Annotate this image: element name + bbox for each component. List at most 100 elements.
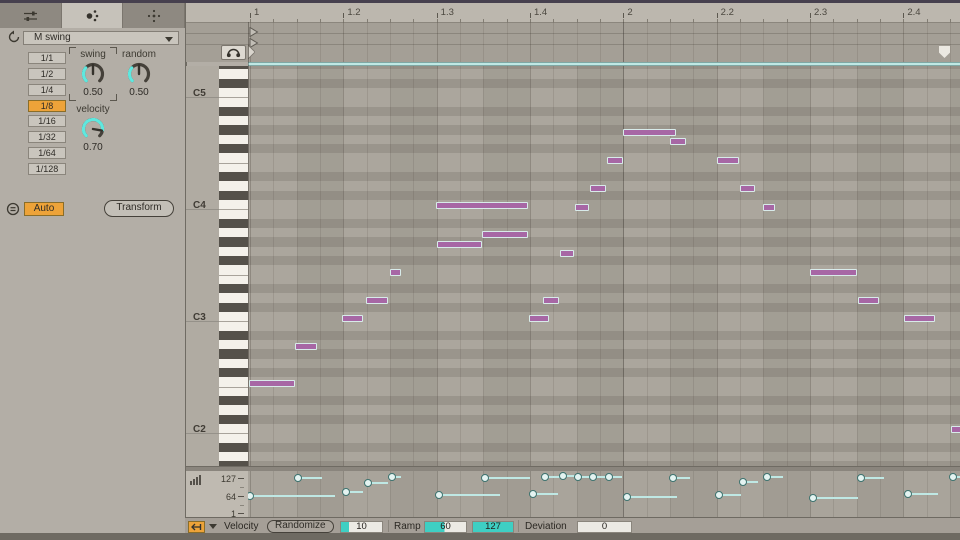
midi-note[interactable] — [560, 250, 574, 257]
tab-clip[interactable] — [0, 3, 62, 28]
piano-key-black[interactable] — [219, 443, 248, 452]
velocity-marker[interactable] — [809, 494, 817, 502]
velocity-marker[interactable] — [248, 492, 254, 500]
note-grid[interactable] — [248, 66, 960, 466]
velocity-marker[interactable] — [669, 474, 677, 482]
midi-note[interactable] — [717, 157, 739, 164]
velocity-marker[interactable] — [857, 474, 865, 482]
knob-random[interactable]: random 0.50 — [111, 49, 167, 99]
midi-note[interactable] — [740, 185, 755, 192]
midi-note[interactable] — [295, 343, 317, 350]
velocity-marker[interactable] — [364, 479, 372, 487]
piano-key-black[interactable] — [219, 303, 248, 312]
velocity-marker[interactable] — [904, 490, 912, 498]
knob-focus-brackets — [69, 47, 117, 101]
grid-rate-1-8[interactable]: 1/8 — [28, 100, 66, 112]
midi-note[interactable] — [575, 204, 589, 211]
randomize-button[interactable]: Randomize — [267, 520, 334, 533]
ramp-to-field[interactable]: 127 — [472, 521, 514, 533]
lane-fold-button[interactable] — [188, 521, 205, 533]
auto-seed-icon[interactable] — [6, 202, 20, 221]
piano-key-black[interactable] — [219, 368, 248, 377]
ramp-from-field[interactable]: 60 — [424, 521, 467, 533]
midi-note[interactable] — [763, 204, 775, 211]
midi-note[interactable] — [543, 297, 559, 304]
knob-random-dial[interactable] — [111, 61, 167, 87]
beat-ruler[interactable]: 11.21.31.422.22.32.4 — [186, 3, 960, 22]
grid-rate-1-128[interactable]: 1/128 — [28, 163, 66, 175]
midi-note[interactable] — [529, 315, 549, 322]
piano-key-black[interactable] — [219, 396, 248, 405]
knob-velocity[interactable]: velocity 0.70 — [65, 104, 121, 154]
velocity-marker[interactable] — [541, 473, 549, 481]
transform-tool-select[interactable]: M swing — [23, 31, 179, 45]
midi-note[interactable] — [951, 426, 960, 433]
randomize-amount-field[interactable]: 10 — [340, 521, 383, 533]
midi-note[interactable] — [590, 185, 606, 192]
velocity-marker[interactable] — [949, 473, 957, 481]
scrub-loop-area[interactable] — [186, 22, 960, 62]
piano-key-black[interactable] — [219, 237, 248, 246]
knob-velocity-dial[interactable] — [65, 116, 121, 142]
piano-key-black[interactable] — [219, 219, 248, 228]
faders-icon — [23, 10, 38, 22]
midi-note[interactable] — [858, 297, 879, 304]
preview-headphone-button[interactable] — [221, 45, 246, 60]
velocity-marker[interactable] — [388, 473, 396, 481]
tab-generate[interactable] — [123, 3, 185, 28]
piano-key-black[interactable] — [219, 191, 248, 200]
grid-rate-1-2[interactable]: 1/2 — [28, 68, 66, 80]
grid-rate-1-64[interactable]: 1/64 — [28, 147, 66, 159]
grid-rate-1-32[interactable]: 1/32 — [28, 131, 66, 143]
midi-note[interactable] — [810, 269, 857, 276]
velocity-marker[interactable] — [435, 491, 443, 499]
midi-note[interactable] — [670, 138, 686, 145]
velocity-marker[interactable] — [342, 488, 350, 496]
velocity-marker[interactable] — [529, 490, 537, 498]
lane-select-dropdown[interactable] — [209, 524, 217, 529]
knob-dial — [126, 61, 152, 87]
tool-reset-icon[interactable] — [7, 30, 21, 49]
velocity-marker[interactable] — [574, 473, 582, 481]
midi-note[interactable] — [342, 315, 363, 322]
midi-note[interactable] — [437, 241, 482, 248]
velocity-marker[interactable] — [715, 491, 723, 499]
grid-rate-1-4[interactable]: 1/4 — [28, 84, 66, 96]
piano-keyboard[interactable] — [219, 66, 248, 466]
velocity-marker[interactable] — [623, 493, 631, 501]
piano-key-black[interactable] — [219, 125, 248, 134]
piano-key-black[interactable] — [219, 284, 248, 293]
velocity-marker[interactable] — [294, 474, 302, 482]
piano-key-black[interactable] — [219, 415, 248, 424]
grid-rate-1-16[interactable]: 1/16 — [28, 115, 66, 127]
midi-note[interactable] — [249, 380, 295, 387]
velocity-marker[interactable] — [739, 478, 747, 486]
midi-note[interactable] — [436, 202, 528, 209]
grid-rate-1-1[interactable]: 1/1 — [28, 52, 66, 64]
velocity-marker[interactable] — [559, 472, 567, 480]
velocity-marker[interactable] — [481, 474, 489, 482]
deviation-field[interactable]: 0 — [577, 521, 632, 533]
midi-note[interactable] — [366, 297, 388, 304]
midi-note[interactable] — [390, 269, 401, 276]
midi-note[interactable] — [904, 315, 935, 322]
velocity-lane[interactable] — [248, 471, 960, 517]
piano-key-black[interactable] — [219, 172, 248, 181]
velocity-marker[interactable] — [763, 473, 771, 481]
tab-transform[interactable] — [62, 3, 124, 28]
piano-key-black[interactable] — [219, 331, 248, 340]
auto-button[interactable]: Auto — [24, 202, 64, 216]
piano-key-black[interactable] — [219, 256, 248, 265]
piano-key-black[interactable] — [219, 144, 248, 153]
transform-button[interactable]: Transform — [104, 200, 174, 217]
piano-key-black[interactable] — [219, 349, 248, 358]
piano-key-black[interactable] — [219, 79, 248, 88]
velocity-marker[interactable] — [589, 473, 597, 481]
midi-note[interactable] — [482, 231, 528, 238]
gridline — [413, 471, 414, 517]
piano-key-black[interactable] — [219, 107, 248, 116]
piano-key-black[interactable] — [219, 66, 248, 69]
midi-note[interactable] — [623, 129, 676, 136]
midi-note[interactable] — [607, 157, 623, 164]
velocity-marker[interactable] — [605, 473, 613, 481]
